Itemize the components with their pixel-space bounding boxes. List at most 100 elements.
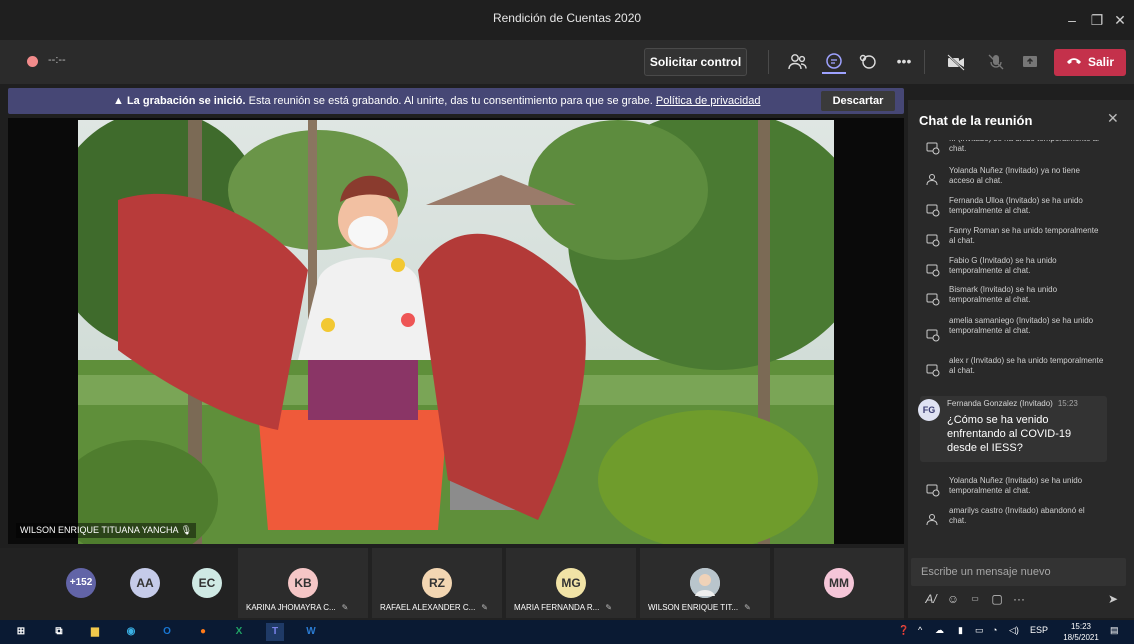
participant-name: KARINA JHOMAYRA C... ✎ — [246, 603, 348, 612]
privacy-policy-link[interactable]: Política de privacidad — [656, 95, 761, 107]
word-icon[interactable]: W — [302, 623, 320, 641]
participant-tile[interactable]: RZ RAFAEL ALEXANDER C... ✎ — [372, 548, 502, 618]
mic-off-icon: ✎ — [744, 603, 751, 612]
participant-strip: +152 AA EC KB KARINA JHOMAYRA C... ✎ RZ R… — [0, 548, 904, 620]
video-stage: WILSON ENRIQUE TITUANA YANCHA 🎙 — [8, 118, 904, 544]
avatar: KB — [288, 568, 318, 598]
overflow-participants-button[interactable]: +152 — [66, 568, 96, 598]
joined-icon — [926, 203, 940, 217]
windows-icon[interactable]: ⊞ — [12, 623, 30, 641]
warning-icon: ▲ — [113, 95, 124, 107]
recording-icon — [27, 56, 38, 67]
message-compose-input[interactable]: Escribe un mensaje nuevo — [911, 558, 1126, 586]
usb-icon[interactable]: ▮ — [958, 625, 963, 636]
meeting-toolbar: --:-- Solicitar control ••• Salir — [0, 40, 1134, 84]
chat-panel: Chat de la reunión ✕ ... (Invitado) se h… — [908, 100, 1134, 618]
request-control-button[interactable]: Solicitar control — [644, 48, 747, 76]
camera-off-icon[interactable] — [944, 50, 968, 74]
message-body: ¿Cómo se ha venido enfrentando al COVID-… — [947, 414, 1072, 454]
leave-label: Salir — [1087, 55, 1114, 69]
outlook-icon[interactable]: O — [158, 623, 176, 641]
participant-name-text: RAFAEL ALEXANDER C... — [380, 603, 476, 612]
chat-event: ... (Invitado) se ha unido temporalmente… — [908, 140, 1134, 162]
battery-icon[interactable]: ▭ — [975, 625, 984, 636]
emoji-icon[interactable]: ☺ — [944, 590, 962, 608]
chat-message: FG Fernanda Gonzalez (Invitado) 15:23 ¿Có… — [918, 396, 1107, 462]
joined-icon — [926, 483, 940, 497]
joined-icon — [926, 328, 940, 342]
close-window-button[interactable]: ✕ — [1108, 8, 1132, 32]
edge-icon[interactable]: ◉ — [122, 623, 140, 641]
participant-tile[interactable]: MM — [774, 548, 904, 618]
task-view-icon[interactable]: ⧉ — [50, 623, 68, 641]
message-header: Fernanda Gonzalez (Invitado) 15:23 — [947, 399, 1078, 408]
mic-off-icon[interactable] — [984, 50, 1008, 74]
close-chat-icon[interactable]: ✕ — [1107, 110, 1119, 127]
avatar[interactable]: EC — [192, 568, 222, 598]
participant-name-text: KARINA JHOMAYRA C... — [246, 603, 336, 612]
share-icon[interactable] — [1018, 50, 1042, 74]
minimize-button[interactable]: – — [1060, 8, 1084, 32]
taskbar-clock[interactable]: 15:23 18/5/2021 — [1063, 621, 1099, 643]
chat-event: amarilys castro (Invitado) abandonó el c… — [908, 506, 1134, 534]
onedrive-icon[interactable]: ☁ — [935, 625, 944, 636]
speaker-video — [78, 120, 834, 544]
clock-time: 15:23 — [1070, 622, 1092, 631]
file-explorer-icon[interactable]: ▆ — [86, 623, 104, 641]
speaker-name-tag: WILSON ENRIQUE TITUANA YANCHA 🎙 — [16, 523, 196, 538]
maximize-button[interactable]: ❐ — [1085, 8, 1109, 32]
joined-icon — [926, 263, 940, 277]
mic-off-icon: ✎ — [605, 603, 613, 612]
participants-icon[interactable] — [786, 50, 810, 74]
chat-messages[interactable]: ... (Invitado) se ha unido temporalmente… — [908, 140, 1134, 548]
network-icon[interactable]: ◔ — [992, 625, 997, 635]
chat-event: alex r (Invitado) se ha unido temporalme… — [908, 356, 1134, 384]
joined-icon — [926, 141, 940, 155]
chat-event-text: amarilys castro (Invitado) abandonó el c… — [949, 506, 1085, 525]
chat-event-text: Fernanda Ulloa (Invitado) se ha unido te… — [949, 196, 1083, 215]
compose-toolbar: A/ ☺ ▭ ▢ ··· ➤ — [918, 590, 1128, 608]
more-icon[interactable]: ••• — [892, 50, 916, 74]
chat-event: Yolanda Nuñez (Invitado) ya no tiene acc… — [908, 166, 1134, 194]
leave-button[interactable]: Salir — [1054, 49, 1126, 76]
gif-icon[interactable]: ▭ — [966, 590, 984, 608]
participant-name-text: WILSON ENRIQUE TIT... — [648, 603, 739, 612]
avatar: RZ — [422, 568, 452, 598]
more-options-icon[interactable]: ··· — [1010, 590, 1028, 608]
firefox-icon[interactable]: ● — [194, 623, 212, 641]
send-icon[interactable]: ➤ — [1104, 590, 1122, 608]
avatar[interactable]: AA — [130, 568, 160, 598]
participant-name: RAFAEL ALEXANDER C... ✎ — [380, 603, 488, 612]
participant-tile[interactable]: MG MARIA FERNANDA R... ✎ — [506, 548, 636, 618]
speaker-name: WILSON ENRIQUE TITUANA YANCHA — [20, 525, 179, 535]
banner-message: Esta reunión se está grabando. Al unirte… — [248, 95, 653, 107]
chat-event-text: amelia samaniego (Invitado) se ha unido … — [949, 316, 1094, 335]
chat-event: Bismark (Invitado) se ha unido temporalm… — [908, 285, 1134, 313]
participant-tile[interactable]: WILSON ENRIQUE TIT... ✎ — [640, 548, 770, 618]
chat-event: Yolanda Nuñez (Invitado) se ha unido tem… — [908, 476, 1134, 504]
recording-time: --:-- — [48, 54, 66, 66]
volume-icon[interactable]: ◁) — [1009, 625, 1019, 636]
left-icon — [926, 173, 940, 187]
banner-title: La grabación se inició. — [126, 95, 246, 107]
chat-event-text: Yolanda Nuñez (Invitado) ya no tiene acc… — [949, 166, 1080, 185]
left-icon — [926, 513, 940, 527]
notifications-icon[interactable]: ▤ — [1110, 625, 1119, 636]
chat-title: Chat de la reunión — [919, 113, 1033, 128]
chat-event-text: Yolanda Nuñez (Invitado) se ha unido tem… — [949, 476, 1083, 495]
dismiss-button[interactable]: Descartar — [821, 91, 895, 111]
help-icon[interactable]: ❓ — [898, 625, 909, 636]
excel-icon[interactable]: X — [230, 623, 248, 641]
participant-tile[interactable]: KB KARINA JHOMAYRA C... ✎ — [238, 548, 368, 618]
avatar-photo — [690, 568, 720, 598]
chat-icon[interactable] — [822, 50, 846, 74]
sticker-icon[interactable]: ▢ — [988, 590, 1006, 608]
language-indicator[interactable]: ESP — [1030, 625, 1048, 635]
chat-event-text: ... (Invitado) se ha unido temporalmente… — [949, 140, 1099, 153]
chat-event: amelia samaniego (Invitado) se ha unido … — [908, 316, 1134, 352]
teams-icon[interactable]: T — [266, 623, 284, 641]
format-icon[interactable]: A/ — [922, 590, 940, 608]
chat-event-text: Fabio G (Invitado) se ha unido temporalm… — [949, 256, 1057, 275]
tray-chevron-icon[interactable]: ^ — [918, 625, 922, 635]
reactions-icon[interactable] — [856, 50, 880, 74]
